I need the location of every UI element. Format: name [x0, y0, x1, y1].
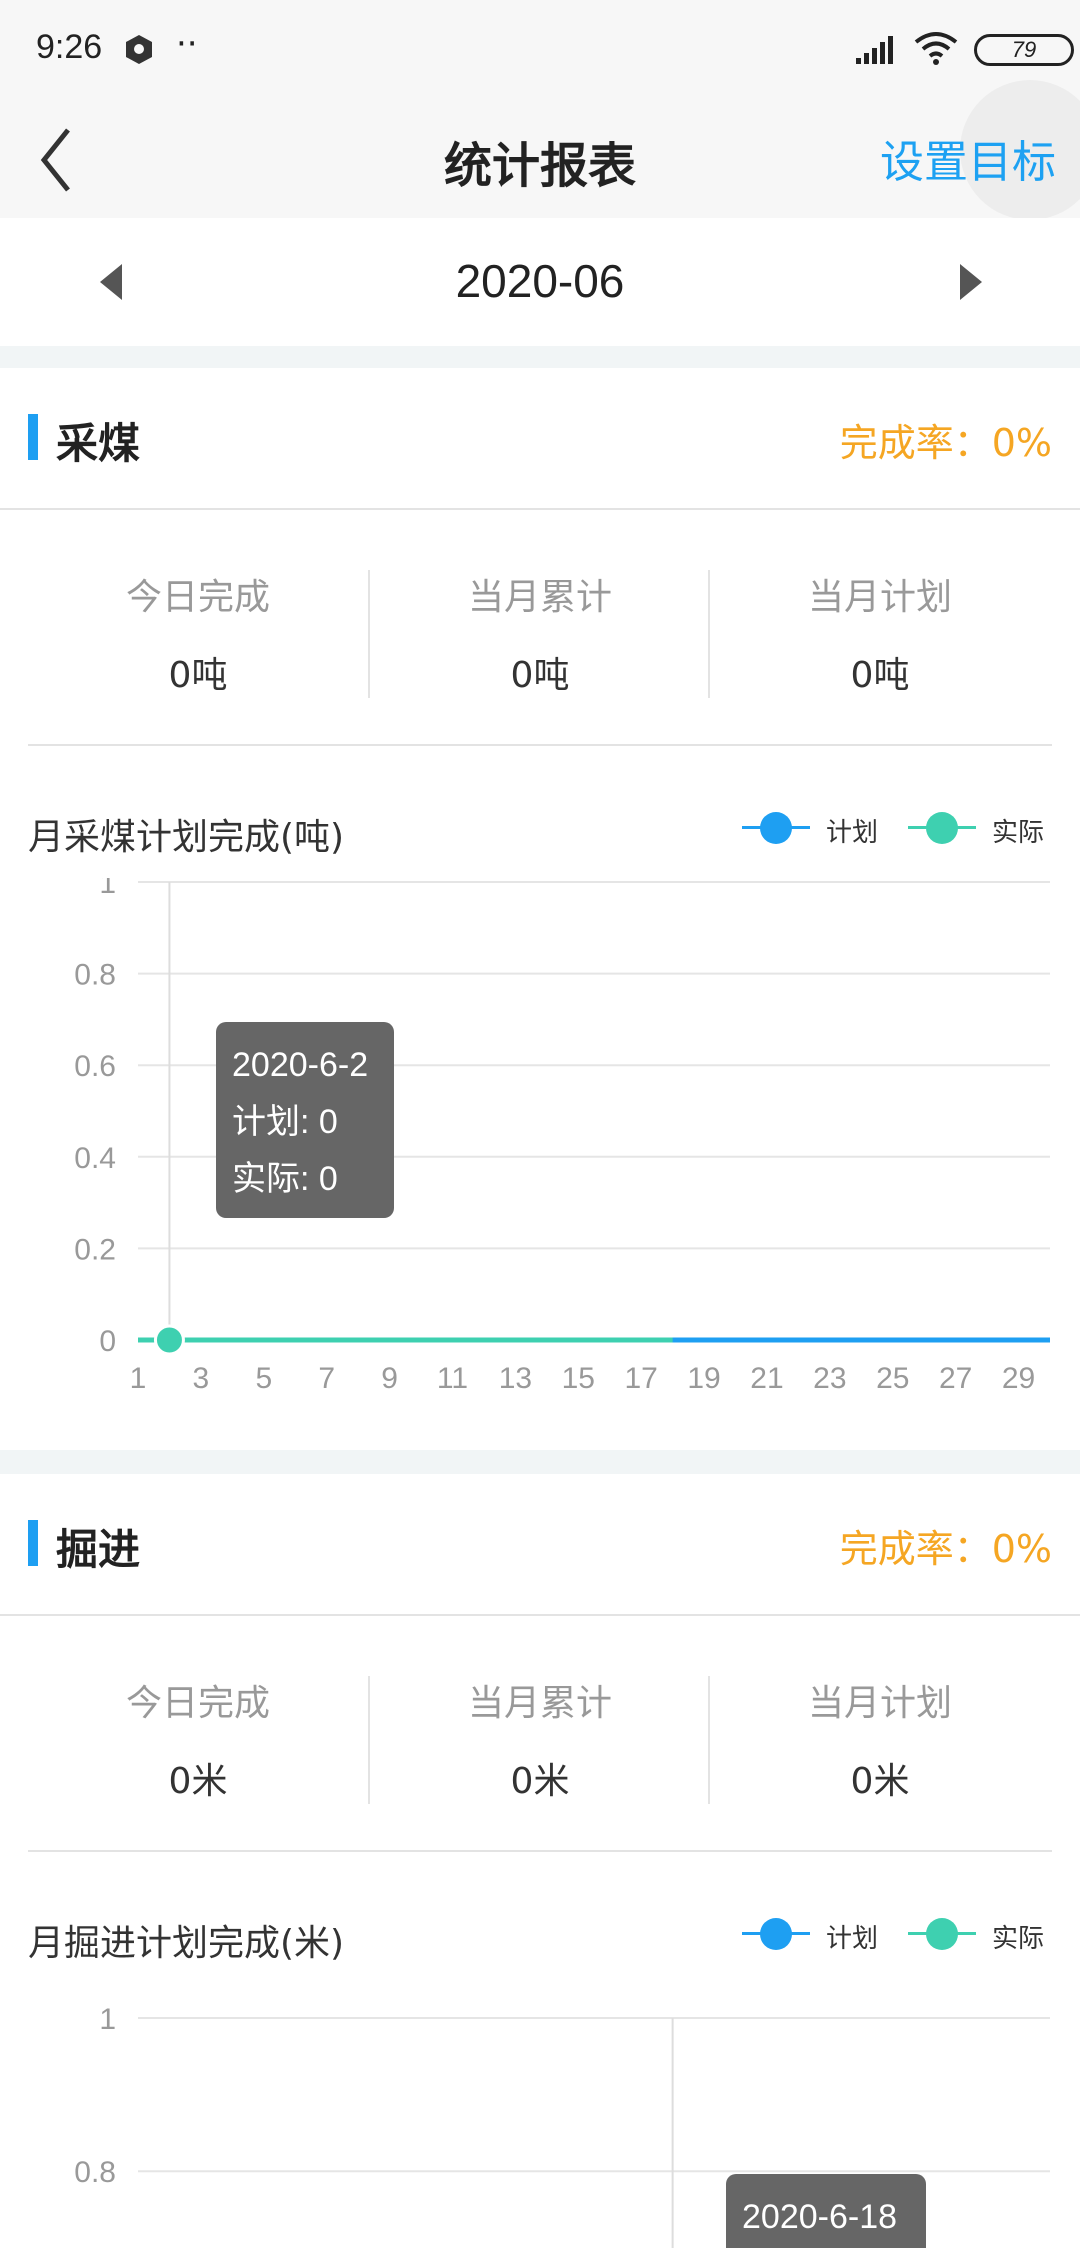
x-tick-label: 11: [437, 1362, 468, 1395]
stat-value: 0吨: [510, 655, 570, 696]
legend-plan-label: 计划: [826, 1924, 879, 1954]
completion-rate: 完成率：0%: [839, 421, 1052, 465]
stat-value: 0吨: [850, 655, 910, 696]
stat-month-plan: 当月计划 0米: [710, 1674, 1050, 1804]
legend-actual-label: 实际: [992, 1924, 1045, 1954]
x-tick-label: 27: [939, 1362, 972, 1395]
y-tick-label: 0.8: [74, 2156, 116, 2189]
app-notification-icon: [126, 35, 152, 64]
x-tick-label: 29: [1002, 1362, 1035, 1395]
status-dots: ··: [176, 24, 198, 64]
divider: [28, 1850, 1052, 1852]
battery-indicator: 79: [974, 34, 1074, 66]
tooltip-date: 2020-6-18: [742, 2198, 897, 2236]
legend-plan-dot: [760, 812, 792, 844]
stat-value: 0米: [850, 1761, 910, 1802]
y-tick-label: 1: [99, 2003, 116, 2036]
completion-rate: 完成率：0%: [839, 1527, 1052, 1571]
nav-bar: 统计报表 设置目标: [0, 80, 1080, 220]
divider: [28, 744, 1052, 746]
line-chart-coal[interactable]: 00.20.40.60.811 3 5 7 9 11 13 15 17 19 21 23 25 27 292…: [0, 878, 1080, 1398]
x-tick-label: 5: [255, 1362, 272, 1395]
x-tick-label: 25: [876, 1362, 909, 1395]
stat-label: 今日完成: [125, 577, 270, 618]
x-tick-label: 7: [318, 1362, 335, 1395]
legend-plan-label: 计划: [826, 818, 879, 848]
stat-value: 0吨: [168, 655, 228, 696]
legend-actual-dot: [926, 1918, 958, 1950]
legend-plan-dot: [760, 1918, 792, 1950]
x-tick-label: 19: [687, 1362, 720, 1395]
status-bar: 9:26 ·· 79: [0, 0, 1080, 100]
stat-value: 0米: [168, 1761, 228, 1802]
y-tick-label: 0.6: [74, 1050, 116, 1083]
set-target-button[interactable]: 设置目标: [880, 126, 1056, 190]
stat-label: 当月计划: [807, 1683, 952, 1724]
stat-today: 今日完成 0吨: [28, 568, 368, 698]
tooltip-actual: 实际: 0: [232, 1160, 338, 1198]
x-tick-label: 23: [813, 1362, 846, 1395]
x-tick-label: 3: [193, 1362, 210, 1395]
x-tick-label: 9: [381, 1362, 398, 1395]
chart-title: 月采煤计划完成(吨): [28, 817, 345, 858]
y-tick-label: 0: [99, 1325, 116, 1358]
stat-month-total: 当月累计 0米: [370, 1674, 710, 1804]
x-tick-label: 17: [624, 1362, 657, 1395]
month-selector: 2020-06: [0, 218, 1080, 346]
legend-actual-label: 实际: [992, 818, 1045, 848]
chart-legend: 计划 实际: [740, 812, 1060, 848]
stats-row: 今日完成 0米 当月累计 0米 当月计划 0米: [0, 1616, 1080, 1852]
stat-month-total: 当月累计 0吨: [370, 568, 710, 698]
y-tick-label: 1: [99, 878, 116, 900]
section-title: 掘进: [56, 1525, 141, 1574]
section-accent-bar: [28, 1520, 38, 1566]
highlight-point: [153, 1324, 185, 1356]
stat-label: 当月累计: [467, 1683, 612, 1724]
section-card-tunnel: 掘进 完成率：0% 今日完成 0米 当月累计 0米 当月计划 0米 月掘进计划完…: [0, 1474, 1080, 2248]
stat-label: 今日完成: [125, 1683, 270, 1724]
month-label: 2020-06: [455, 255, 625, 307]
stat-label: 当月累计: [467, 577, 612, 618]
stat-month-plan: 当月计划 0吨: [710, 568, 1050, 698]
x-tick-label: 21: [750, 1362, 783, 1395]
chart-legend: 计划 实际: [740, 1918, 1060, 1954]
stat-today: 今日完成 0米: [28, 1674, 368, 1804]
section-accent-bar: [28, 414, 38, 460]
wifi-icon: [914, 32, 958, 65]
y-tick-label: 0.8: [74, 959, 116, 992]
status-time: 9:26: [36, 28, 103, 66]
section-title: 采煤: [56, 419, 141, 468]
x-tick-label: 15: [562, 1362, 595, 1395]
y-tick-label: 0.4: [74, 1142, 116, 1175]
section-header: 掘进 完成率：0%: [0, 1474, 1080, 1616]
stats-row: 今日完成 0吨 当月累计 0吨 当月计划 0吨: [0, 510, 1080, 746]
x-tick-label: 13: [499, 1362, 532, 1395]
caret-right-icon[interactable]: [960, 264, 982, 300]
stat-label: 当月计划: [807, 577, 952, 618]
legend-actual-dot: [926, 812, 958, 844]
x-tick-label: 1: [130, 1362, 147, 1395]
section-card-coal: 采煤 完成率：0% 今日完成 0吨 当月累计 0吨 当月计划 0吨 月采煤计划完…: [0, 368, 1080, 1450]
tooltip-date: 2020-6-2: [232, 1046, 368, 1084]
tooltip-plan: 计划: 0: [232, 1103, 338, 1141]
signal-icon: [856, 36, 893, 64]
chart-title: 月掘进计划完成(米): [28, 1923, 345, 1964]
stat-value: 0米: [510, 1761, 570, 1802]
section-header: 采煤 完成率：0%: [0, 368, 1080, 510]
line-chart-tunnel[interactable]: 0.60.812020-6-18: [0, 1984, 1080, 2248]
y-tick-label: 0.2: [74, 1233, 116, 1266]
